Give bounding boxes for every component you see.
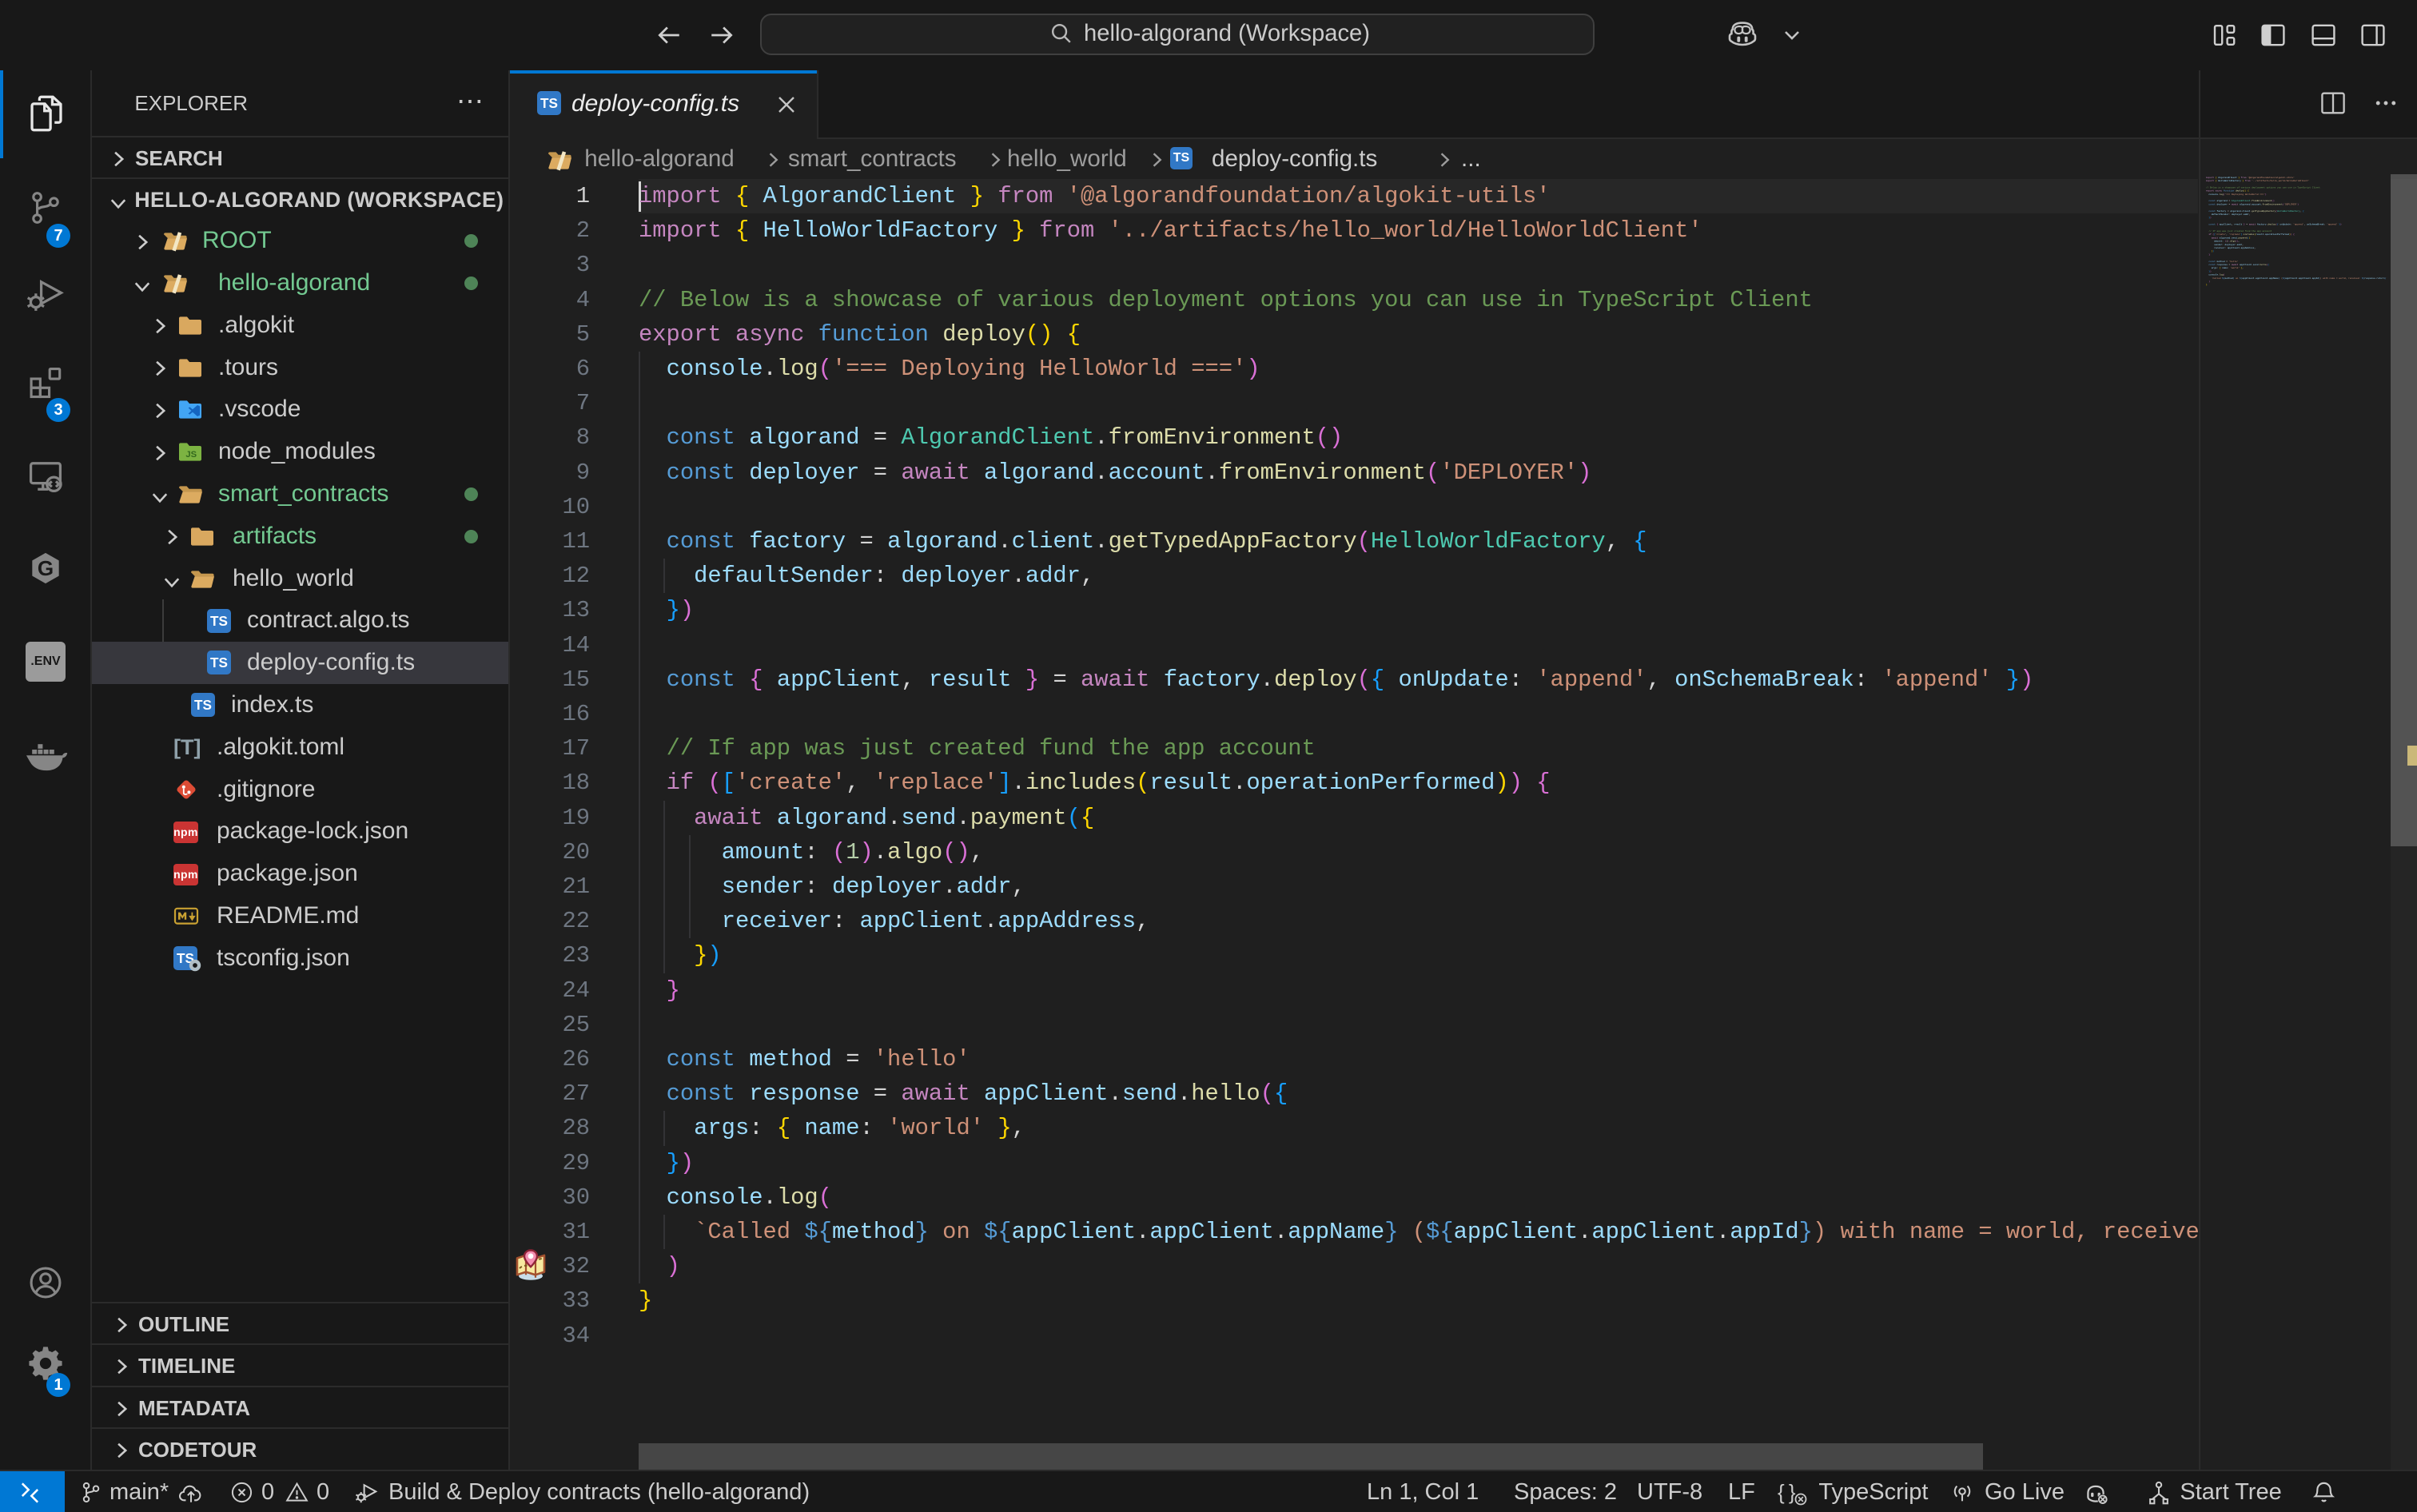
svg-text:JS: JS [185, 450, 197, 460]
svg-text:G: G [38, 556, 54, 580]
